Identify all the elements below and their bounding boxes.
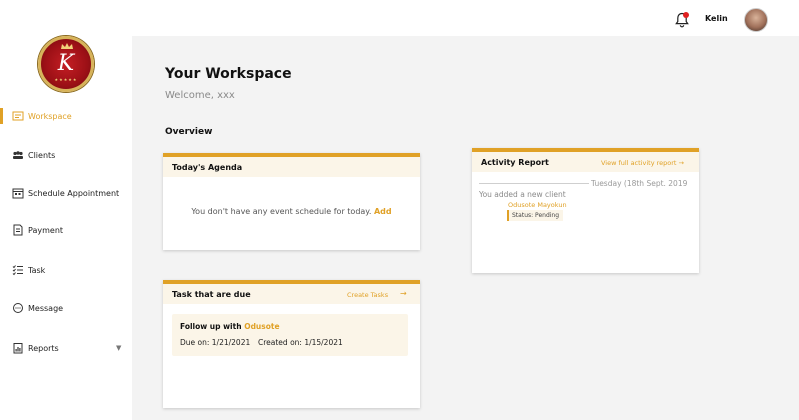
message-icon: [13, 303, 23, 313]
activity-entry-text: You added a new client: [479, 190, 566, 199]
sidebar-item-label: Reports: [28, 343, 59, 353]
task-created-date: Created on: 1/15/2021: [258, 338, 343, 347]
activity-report-card: Activity Report View full activity repor…: [472, 148, 699, 273]
username[interactable]: Kelin: [705, 14, 728, 23]
sidebar-item-label: Payment: [28, 225, 64, 235]
agenda-empty-text: You don't have any event schedule for to…: [191, 207, 372, 216]
timeline-divider: [479, 183, 589, 184]
create-tasks-link[interactable]: Create Tasks: [347, 291, 388, 299]
sidebar-item-payment[interactable]: Payment: [0, 220, 132, 240]
crown-icon: [61, 43, 73, 49]
chevron-down-icon[interactable]: ▼: [116, 344, 121, 352]
user-avatar[interactable]: [744, 8, 768, 32]
sidebar: K ★★★★★ Workspace Clients Schedule Appoi…: [0, 36, 132, 420]
sidebar-item-message[interactable]: Message: [0, 298, 132, 318]
task-list-icon: [12, 265, 23, 276]
sidebar-item-label: Task: [28, 265, 46, 275]
sidebar-item-label: Message: [28, 303, 64, 313]
sidebar-item-label: Schedule Appointment: [28, 188, 120, 198]
sidebar-item-workspace[interactable]: Workspace: [0, 106, 132, 126]
card-title: Today's Agenda: [172, 163, 243, 172]
brand-logo[interactable]: K ★★★★★: [38, 36, 94, 92]
view-activity-report-link[interactable]: View full activity report →: [601, 159, 684, 167]
page-title: Your Workspace: [165, 66, 292, 82]
overview-heading: Overview: [165, 127, 213, 137]
card-title: Task that are due: [172, 290, 251, 299]
activity-date: Tuesday (18th Sept. 2019: [591, 179, 688, 188]
task-item[interactable]: Follow up with Odusote Due on: 1/21/2021…: [172, 314, 408, 356]
card-header: Task that are due Create Tasks →: [163, 284, 420, 304]
card-title: Activity Report: [481, 158, 549, 167]
arrow-right-icon[interactable]: →: [400, 289, 407, 298]
task-title: Follow up with Odusote: [180, 322, 280, 331]
reports-icon: [13, 343, 23, 354]
task-client-name[interactable]: Odusote: [244, 322, 279, 331]
notification-dot: [683, 12, 689, 18]
main-content: Your Workspace Welcome, xxx Overview Tod…: [132, 36, 799, 420]
sidebar-item-label: Clients: [28, 150, 56, 160]
sidebar-item-reports[interactable]: Reports ▼: [0, 338, 132, 358]
sidebar-item-label: Workspace: [28, 111, 72, 121]
card-header: Activity Report View full activity repor…: [472, 152, 699, 172]
top-bar: Kelin: [0, 0, 799, 36]
sidebar-item-task[interactable]: Task: [0, 260, 132, 280]
logo-letter: K: [57, 51, 75, 76]
agenda-card: Today's Agenda You don't have any event …: [163, 153, 420, 250]
status-badge: Status: Pending: [507, 210, 564, 221]
add-agenda-link[interactable]: Add: [374, 207, 392, 216]
calendar-icon: [12, 188, 24, 199]
payment-icon: [13, 224, 23, 236]
clients-icon: [13, 151, 23, 159]
task-title-prefix: Follow up with: [180, 322, 242, 331]
card-header: Today's Agenda: [163, 157, 420, 177]
agenda-empty-message: You don't have any event schedule for to…: [163, 207, 420, 216]
welcome-text: Welcome, xxx: [165, 90, 235, 101]
task-due-date: Due on: 1/21/2021: [180, 338, 251, 347]
workspace-icon: [12, 111, 24, 121]
tasks-due-card: Task that are due Create Tasks → Follow …: [163, 280, 420, 408]
sidebar-item-schedule-appointment[interactable]: Schedule Appointment: [0, 183, 132, 203]
logo-stars: ★★★★★: [54, 77, 78, 82]
sidebar-item-clients[interactable]: Clients: [0, 145, 132, 165]
activity-client-name[interactable]: Odusote Mayokun: [508, 201, 567, 209]
